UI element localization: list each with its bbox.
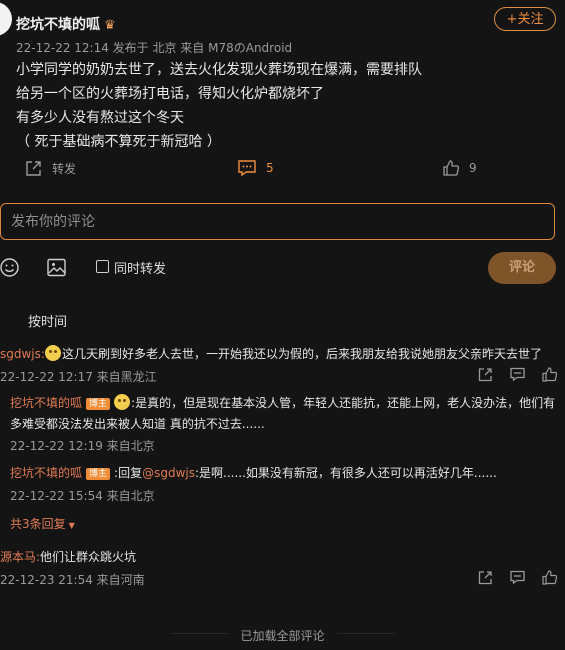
comment-text: 他们让群众跳火坑 (40, 550, 137, 564)
comment-actions (478, 367, 558, 386)
composer-tools: 同时转发 评论 (0, 252, 565, 284)
repost-icon (25, 160, 42, 177)
reply-text-cont: 多难受都没法发出来被人知道 真的抗不过去...... (10, 417, 265, 431)
reply-icon[interactable] (510, 367, 525, 386)
comment-count: 5 (266, 161, 274, 175)
comment-input-box[interactable] (0, 203, 555, 240)
reply-item: 挖坑不填的呱 博主:回复@sgdwjs:是啊......如果没有新冠，有很多人还可… (10, 464, 497, 481)
author-badge: 博主 (86, 468, 111, 480)
comment-icon (238, 160, 256, 176)
post-body: 小学同学的奶奶去世了，送去火化发现火葬场现在爆满，需要排队 给另一个区的火葬场打… (16, 58, 546, 154)
comment-input[interactable] (1, 204, 554, 239)
like-button[interactable]: 9 (443, 160, 477, 176)
share-icon[interactable] (478, 570, 493, 589)
avatar[interactable] (0, 2, 12, 36)
all-loaded-label: 已加载全部评论 (228, 629, 337, 643)
repost-button[interactable]: 转发 (25, 160, 76, 177)
emoji-icon[interactable] (0, 258, 19, 281)
like-count: 9 (469, 161, 477, 175)
image-icon[interactable] (47, 258, 66, 281)
like-icon[interactable] (542, 570, 558, 589)
mention-link[interactable]: @sgdwjs (142, 466, 195, 480)
post-line: 给另一个区的火葬场打电话，得知火化炉都烧坏了 (16, 86, 324, 102)
expand-replies-label: 共3条回复 (10, 517, 66, 531)
expand-replies-link[interactable]: 共3条回复 ▼ (10, 515, 75, 532)
all-loaded-footer: 已加载全部评论 (0, 627, 565, 644)
reply-text: :是啊......如果没有新冠，有很多人还可以再活好几年...... (194, 466, 497, 480)
like-icon[interactable] (542, 367, 558, 386)
reply-meta: 22-12-22 12:19 来自北京 (10, 439, 155, 453)
emoji-face-icon (44, 345, 61, 361)
submit-comment-button[interactable]: 评论 (488, 252, 556, 284)
post-actions: 转发 5 9 (0, 160, 565, 184)
author-badge: 博主 (86, 398, 111, 410)
post-meta: 22-12-22 12:14 发布于 北京 来自 M78のAndroid (16, 41, 293, 55)
comment-username[interactable]: 源本马: (0, 550, 40, 564)
share-icon[interactable] (478, 367, 493, 386)
comment-item: sgdwjs: 这几天刷到好多老人去世，一开始我还以为假的，后来我朋友给我说她朋友… (0, 345, 542, 362)
reply-item: 挖坑不填的呱 博主 :是真的，但是现在基本没人管，年轻人还能抗，还能上网，老人没办法… (10, 394, 555, 411)
reply-meta: 22-12-22 15:54 来自北京 (10, 489, 155, 503)
reply-text: :是真的，但是现在基本没人管，年轻人还能抗，还能上网，老人没办法，他们有 (131, 396, 556, 410)
reply-username[interactable]: 挖坑不填的呱 (10, 466, 82, 480)
follow-button[interactable]: +关注 (494, 7, 556, 31)
author-name[interactable]: 挖坑不填的呱 (16, 17, 100, 33)
also-repost-label[interactable]: 同时转发 (114, 258, 166, 277)
comment-actions (478, 570, 558, 589)
post-line: 有多少人没有熬过这个冬天 (16, 110, 184, 126)
emoji-face-icon (114, 394, 131, 410)
comment-username[interactable]: sgdwjs: (0, 347, 45, 361)
reply-username[interactable]: 挖坑不填的呱 (10, 396, 82, 410)
comment-meta: 22-12-23 21:54 来自河南 (0, 573, 145, 587)
sort-by-time[interactable]: 按时间 (28, 311, 67, 330)
also-repost-checkbox[interactable] (96, 260, 109, 273)
repost-label: 转发 (52, 162, 77, 176)
crown-icon: ♛ (104, 18, 116, 33)
comment-text: 这几天刷到好多老人去世，一开始我还以为假的，后来我朋友给我说她朋友父亲昨天去世了 (61, 347, 542, 361)
chevron-down-icon: ▼ (68, 521, 75, 530)
comment-meta: 22-12-22 12:17 来自黑龙江 (0, 370, 157, 384)
post-line: 小学同学的奶奶去世了，送去火化发现火葬场现在爆满，需要排队 (16, 62, 422, 78)
like-icon (443, 160, 459, 176)
comment-button[interactable]: 5 (238, 160, 274, 176)
reply-prefix: :回复 (114, 466, 143, 480)
post-author[interactable]: 挖坑不填的呱 ♛ (16, 14, 116, 34)
comment-item: 源本马:他们让群众跳火坑 (0, 548, 136, 565)
reply-icon[interactable] (510, 570, 525, 589)
post-line: （ 死于基础病不算死于新冠哈 ） (16, 134, 221, 150)
